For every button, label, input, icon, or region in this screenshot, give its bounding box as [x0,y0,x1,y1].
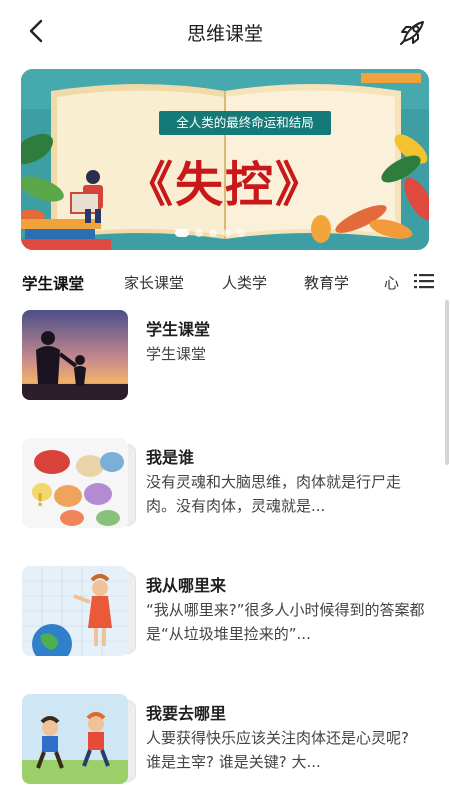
list-item[interactable]: ! 我是谁 没有灵魂和大脑思维，肉体就是行尸走肉。没有肉体，灵魂就是... [0,434,440,534]
globe-girl-thumbnail [22,566,128,656]
tab-student-class[interactable]: 学生课堂 [22,272,84,294]
item-title: 我从哪里来 [146,576,227,595]
tab-anthropology[interactable]: 人类学 [222,272,267,293]
banner-title: 《失控》 [124,157,325,213]
list-item[interactable]: 我要去哪里 人要获得快乐应该关注肉体还是心灵呢? 谁是主宰? 谁是关键? 大..… [0,690,440,790]
carousel-dot[interactable] [223,229,231,237]
banner-subtitle: 全人类的最终命运和结局 [159,111,331,135]
carousel-dot[interactable] [209,229,217,237]
promo-banner[interactable]: 全人类的最终命运和结局 《失控》 [21,69,429,250]
tab-pedagogy[interactable]: 教育学 [304,272,349,293]
item-title: 学生课堂 [146,320,211,339]
carousel-dot[interactable] [175,229,189,237]
page-title: 思维课堂 [186,23,263,45]
item-description: “我从哪里来?”很多人小时候得到的答案都是“从垃圾堆里捡来的”... [146,601,425,643]
item-title: 我是谁 [146,448,195,467]
svg-text:!: ! [36,490,44,511]
scrollbar[interactable] [445,300,449,465]
category-tabs: 学生课堂 家长课堂 人类学 教育学 心 [0,264,450,300]
top-bar: 思维课堂 [0,0,450,62]
list-item[interactable]: 学生课堂 学生课堂 [0,306,440,406]
list-item[interactable]: 我从哪里来 “我从哪里来?”很多人小时候得到的答案都是“从垃圾堆里捡来的”... [0,562,440,662]
speech-bubbles-thumbnail: ! [22,438,128,528]
item-description: 没有灵魂和大脑思维，肉体就是行尸走肉。没有肉体，灵魂就是... [146,473,402,515]
item-description: 学生课堂 [146,345,207,363]
tab-parent-class[interactable]: 家长课堂 [124,272,184,293]
carousel-indicator [175,229,245,237]
item-description: 人要获得快乐应该关注肉体还是心灵呢? 谁是主宰? 谁是关键? 大... [146,729,409,771]
rocket-icon[interactable] [396,15,430,49]
item-title: 我要去哪里 [146,704,227,723]
tab-psychology[interactable]: 心 [384,272,399,293]
carousel-dot[interactable] [195,229,203,237]
carousel-dot[interactable] [237,229,245,237]
kids-running-thumbnail [22,694,128,784]
menu-list-icon[interactable] [414,272,434,290]
silhouette-sunset-thumbnail [22,310,128,400]
